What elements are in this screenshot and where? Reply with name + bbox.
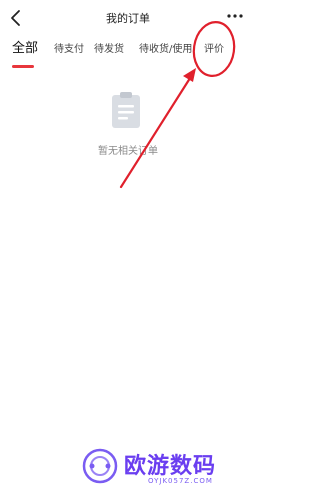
tab-review[interactable]: 评价	[204, 38, 224, 62]
active-tab-indicator	[12, 65, 34, 68]
annotation-overlay	[119, 21, 236, 189]
tab-pending-payment[interactable]: 待支付	[54, 38, 84, 62]
tab-pending-shipment[interactable]: 待发货	[94, 38, 124, 62]
order-tabs: 全部 待支付 待发货 待收货/使用 评价	[0, 37, 256, 68]
watermark-domain: OYJK057Z.COM	[148, 477, 213, 485]
page-title: 我的订单	[106, 12, 150, 25]
empty-state-text: 暂无相关订单	[98, 146, 158, 157]
clipboard-icon	[112, 92, 140, 128]
annotation-arrow-head	[183, 68, 196, 82]
top-bar: 我的订单	[0, 0, 256, 36]
watermark-name: 欧游数码	[124, 454, 217, 479]
tab-all[interactable]: 全部	[12, 37, 38, 61]
tab-pending-receipt[interactable]: 待收货/使用	[139, 38, 192, 62]
watermark-logo-icon	[82, 448, 118, 484]
watermark: 欧游数码 OYJK057Z.COM	[80, 446, 250, 490]
more-dots-icon[interactable]	[224, 6, 246, 26]
